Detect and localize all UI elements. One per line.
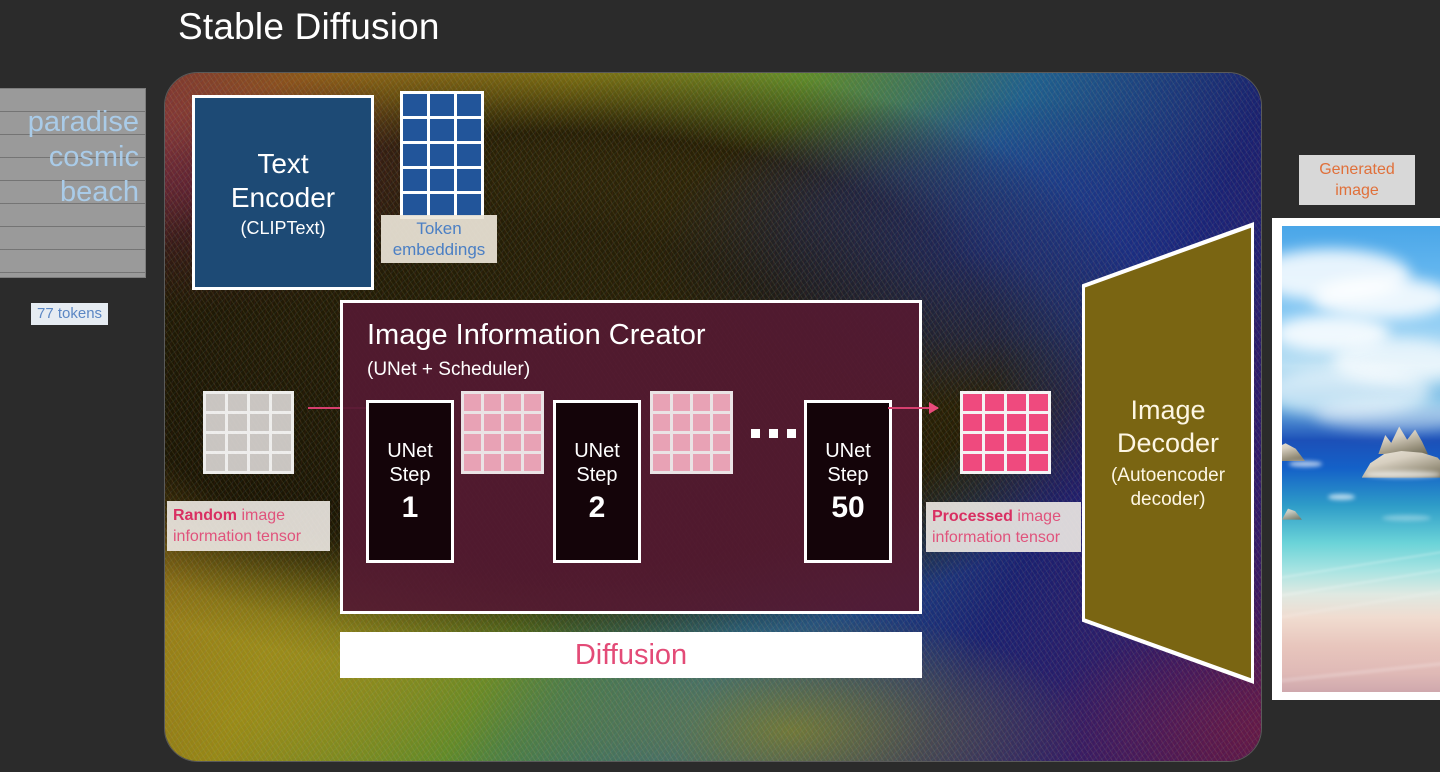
flow-arrowhead-icon — [929, 402, 939, 414]
diagram-canvas: Stable Diffusion paradise cosmic beach 7… — [0, 0, 1440, 772]
generated-image-frame — [1272, 218, 1440, 700]
text-encoder-block[interactable]: Text Encoder (CLIPText) — [192, 95, 374, 290]
unet-step-1-number: 1 — [401, 490, 419, 524]
unet-step-2[interactable]: UNet Step 2 — [553, 400, 641, 563]
generated-image — [1282, 226, 1440, 692]
random-latent-label: Random image information tensor — [167, 501, 330, 551]
iic-title: Image Information Creator — [367, 319, 706, 351]
page-title: Stable Diffusion — [178, 6, 440, 47]
unet-step-2-label: UNet Step — [574, 439, 620, 486]
random-latent-label-strong: Random — [173, 507, 237, 524]
diffusion-bar: Diffusion — [340, 632, 922, 678]
intermediate-latent-grid-2 — [650, 391, 733, 474]
text-encoder-subtitle: (CLIPText) — [240, 217, 326, 238]
diffusion-bar-label: Diffusion — [574, 638, 688, 671]
image-decoder-subtitle: (Autoencoder decoder) — [1110, 465, 1226, 510]
ellipsis-icon — [751, 429, 796, 438]
random-latent-grid — [203, 391, 294, 474]
processed-latent-label: Processed image information tensor — [926, 502, 1081, 552]
token-count-badge: 77 tokens — [31, 303, 109, 325]
image-decoder-title: Image Decoder — [1116, 395, 1220, 458]
unet-step-50-label: UNet Step — [825, 439, 871, 486]
unet-step-1[interactable]: UNet Step 1 — [366, 400, 454, 563]
unet-step-2-number: 2 — [588, 490, 606, 524]
token-embeddings-grid — [400, 91, 484, 219]
text-encoder-title: Text Encoder — [230, 147, 336, 213]
prompt-text: paradise cosmic beach — [27, 106, 139, 208]
processed-latent-grid — [960, 391, 1051, 474]
token-embeddings-label: Token embeddings — [381, 215, 497, 263]
iic-subtitle: (UNet + Scheduler) — [367, 359, 531, 380]
processed-latent-label-strong: Processed — [932, 508, 1013, 525]
prompt-panel[interactable]: paradise cosmic beach — [0, 88, 146, 278]
unet-step-50-number: 50 — [831, 490, 865, 524]
image-information-creator-block[interactable]: Image Information Creator (UNet + Schedu… — [340, 300, 922, 614]
intermediate-latent-grid-1 — [461, 391, 544, 474]
generated-image-label: Generated image — [1299, 155, 1415, 205]
decoder-text-wrap: Image Decoder (Autoencoder decoder) — [1082, 222, 1254, 684]
unet-step-50[interactable]: UNet Step 50 — [804, 400, 892, 563]
unet-step-1-label: UNet Step — [387, 439, 433, 486]
image-decoder-block[interactable]: Image Decoder (Autoencoder decoder) — [1082, 222, 1254, 684]
